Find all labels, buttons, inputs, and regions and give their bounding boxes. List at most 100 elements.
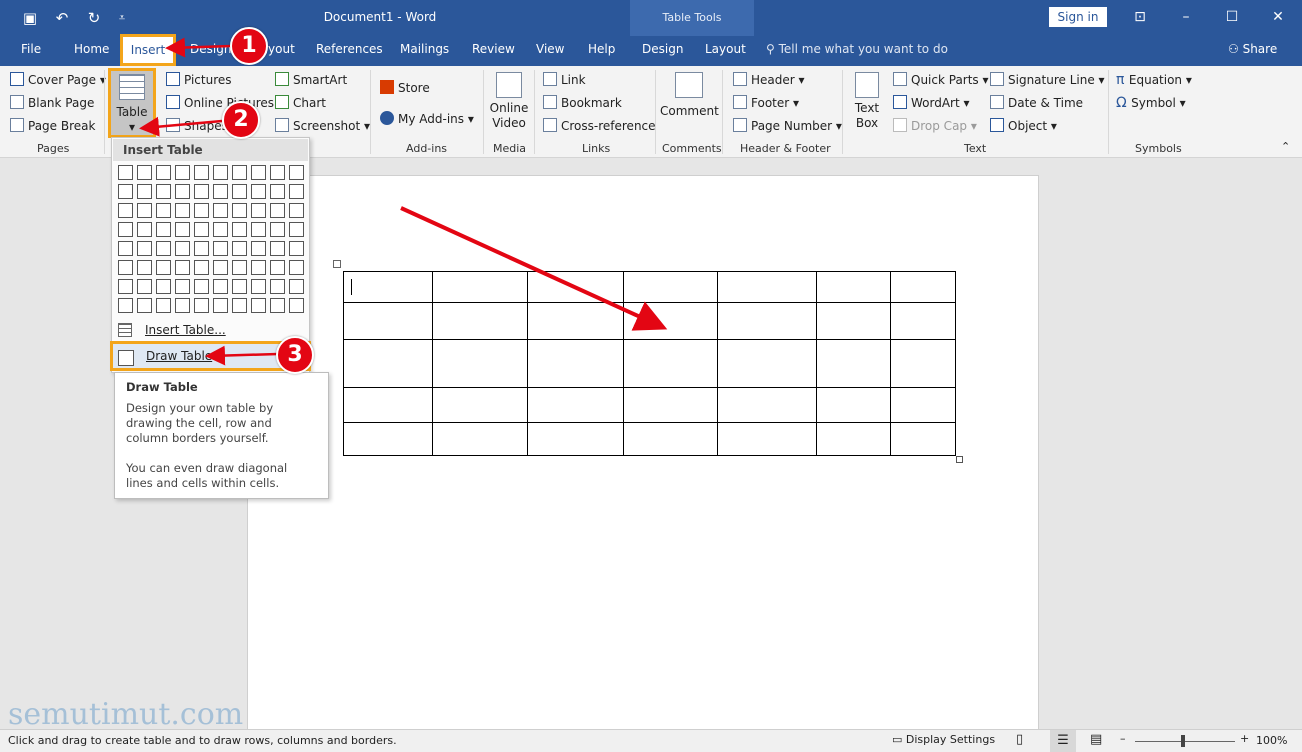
table-size-cell[interactable]: [289, 241, 304, 256]
table-cell[interactable]: [526, 302, 624, 340]
table-size-cell[interactable]: [175, 222, 190, 237]
tab-help[interactable]: Help: [588, 42, 615, 56]
table-cell[interactable]: [431, 387, 528, 423]
table-size-cell[interactable]: [118, 203, 133, 218]
web-layout-icon[interactable]: ▤: [1090, 732, 1102, 747]
page-break-button[interactable]: Page Break: [10, 118, 95, 133]
table-cell[interactable]: [343, 339, 433, 388]
table-size-cell[interactable]: [175, 260, 190, 275]
date-time-button[interactable]: Date & Time: [990, 95, 1083, 110]
table-size-cell[interactable]: [213, 298, 228, 313]
table-size-cell[interactable]: [270, 241, 285, 256]
table-size-cell[interactable]: [118, 260, 133, 275]
footer-button[interactable]: Footer ▾: [733, 95, 799, 110]
table-size-cell[interactable]: [175, 241, 190, 256]
blank-page-button[interactable]: Blank Page: [10, 95, 94, 110]
table-cell[interactable]: [526, 387, 624, 423]
comment-button[interactable]: Comment: [660, 72, 719, 119]
table-cell[interactable]: [717, 387, 818, 423]
table-size-cell[interactable]: [156, 203, 171, 218]
bookmark-button[interactable]: Bookmark: [543, 95, 622, 110]
header-button[interactable]: Header ▾: [733, 72, 805, 87]
table-size-cell[interactable]: [194, 184, 209, 199]
table-size-cell[interactable]: [270, 222, 285, 237]
table-cell[interactable]: [816, 387, 892, 423]
collapse-ribbon-icon[interactable]: ⌃: [1281, 140, 1290, 153]
table-size-cell[interactable]: [289, 298, 304, 313]
table-cell[interactable]: [816, 302, 892, 340]
table-size-cell[interactable]: [137, 222, 152, 237]
table-size-cell[interactable]: [289, 165, 304, 180]
table-cell[interactable]: [431, 422, 528, 456]
maximize-icon[interactable]: ☐: [1220, 6, 1244, 28]
table-size-cell[interactable]: [156, 222, 171, 237]
tab-design[interactable]: Design: [190, 42, 231, 56]
table-cell[interactable]: [431, 271, 528, 303]
table-cell[interactable]: [717, 339, 818, 388]
table-size-cell[interactable]: [251, 298, 266, 313]
screenshot-button[interactable]: Screenshot ▾: [275, 118, 370, 133]
tab-references[interactable]: References: [316, 42, 383, 56]
table-size-cell[interactable]: [232, 222, 247, 237]
table-size-cell[interactable]: [232, 298, 247, 313]
table-size-cell[interactable]: [270, 203, 285, 218]
table-size-cell[interactable]: [251, 203, 266, 218]
table-size-cell[interactable]: [156, 184, 171, 199]
table-size-cell[interactable]: [118, 222, 133, 237]
table-size-cell[interactable]: [175, 165, 190, 180]
table-size-cell[interactable]: [251, 260, 266, 275]
table-size-cell[interactable]: [118, 241, 133, 256]
pictures-button[interactable]: Pictures: [166, 72, 232, 87]
table-size-cell[interactable]: [156, 279, 171, 294]
table-button[interactable]: Table ▾: [108, 68, 156, 138]
table-size-cell[interactable]: [270, 298, 285, 313]
chart-button[interactable]: Chart: [275, 95, 326, 110]
tell-me-search[interactable]: ⚲ Tell me what you want to do: [766, 42, 948, 56]
table-size-cell[interactable]: [270, 279, 285, 294]
table-cell[interactable]: [717, 302, 818, 340]
tab-table-design[interactable]: Design: [642, 42, 683, 56]
table-size-cell[interactable]: [118, 298, 133, 313]
table-size-cell[interactable]: [175, 184, 190, 199]
read-mode-icon[interactable]: ▯: [1016, 732, 1023, 747]
table-cell[interactable]: [816, 271, 892, 303]
table-move-handle-icon[interactable]: [333, 260, 341, 268]
close-icon[interactable]: ✕: [1266, 6, 1290, 28]
ribbon-display-icon[interactable]: ⊡: [1128, 6, 1152, 28]
document-table[interactable]: [343, 271, 956, 456]
table-size-cell[interactable]: [194, 260, 209, 275]
table-size-cell[interactable]: [232, 260, 247, 275]
table-size-cell[interactable]: [213, 165, 228, 180]
zoom-level[interactable]: 100%: [1256, 734, 1287, 747]
signature-line-button[interactable]: Signature Line ▾: [990, 72, 1105, 87]
table-resize-handle[interactable]: [956, 456, 963, 463]
table-size-cell[interactable]: [175, 298, 190, 313]
table-size-cell[interactable]: [213, 260, 228, 275]
table-cell[interactable]: [890, 302, 956, 340]
table-size-cell[interactable]: [289, 279, 304, 294]
table-size-cell[interactable]: [251, 222, 266, 237]
table-cell[interactable]: [526, 422, 624, 456]
table-cell[interactable]: [717, 422, 818, 456]
table-size-cell[interactable]: [137, 260, 152, 275]
tab-insert[interactable]: Insert: [120, 34, 176, 66]
table-size-cell[interactable]: [251, 279, 266, 294]
share-button[interactable]: ⚇ Share: [1228, 42, 1277, 56]
table-size-cell[interactable]: [194, 203, 209, 218]
tab-view[interactable]: View: [536, 42, 564, 56]
table-size-cell[interactable]: [232, 203, 247, 218]
table-cell[interactable]: [890, 422, 956, 456]
table-size-cell[interactable]: [251, 184, 266, 199]
table-size-cell[interactable]: [137, 184, 152, 199]
table-size-cell[interactable]: [213, 203, 228, 218]
table-cell[interactable]: [526, 271, 624, 303]
table-cell[interactable]: [431, 302, 528, 340]
table-size-cell[interactable]: [194, 165, 209, 180]
table-size-cell[interactable]: [251, 241, 266, 256]
print-layout-icon[interactable]: ☰: [1050, 730, 1076, 752]
table-size-cell[interactable]: [289, 203, 304, 218]
table-size-cell[interactable]: [118, 184, 133, 199]
online-pictures-button[interactable]: Online Pictures: [166, 95, 274, 110]
tab-table-layout[interactable]: Layout: [705, 42, 746, 56]
table-size-cell[interactable]: [118, 279, 133, 294]
